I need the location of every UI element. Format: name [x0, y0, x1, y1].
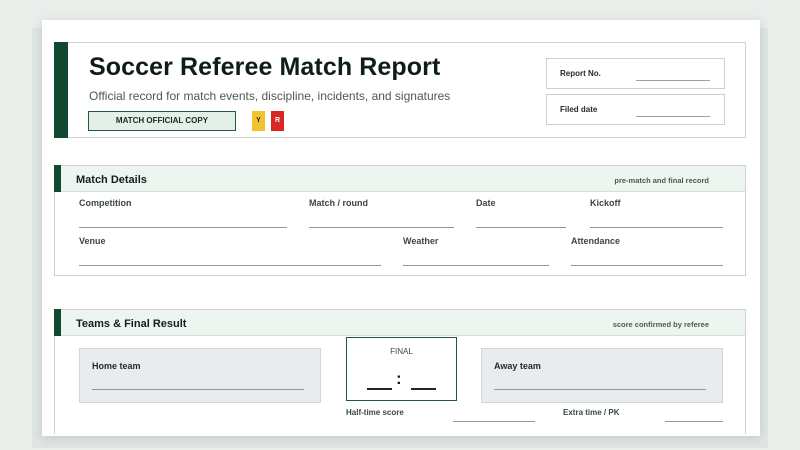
- home-team-box[interactable]: Home team: [79, 348, 321, 403]
- venue-field[interactable]: [79, 265, 381, 266]
- teams-result-header: Teams & Final Result score confirmed by …: [55, 310, 745, 336]
- header-accent-bar: [54, 42, 68, 138]
- report-no-field[interactable]: Report No.: [546, 58, 725, 89]
- home-team-field[interactable]: [92, 389, 304, 390]
- competition-field[interactable]: [79, 227, 287, 228]
- report-header: Soccer Referee Match Report Official rec…: [54, 42, 746, 138]
- report-no-line[interactable]: [636, 80, 710, 81]
- away-team-label: Away team: [494, 361, 541, 371]
- extratime-field[interactable]: [665, 421, 723, 422]
- report-subtitle: Official record for match events, discip…: [89, 89, 451, 103]
- filed-date-field[interactable]: Filed date: [546, 94, 725, 125]
- final-score-box: FINAL :: [346, 337, 457, 401]
- report-title: Soccer Referee Match Report: [89, 53, 441, 81]
- final-label: FINAL: [390, 347, 413, 356]
- report-no-label: Report No.: [560, 69, 601, 78]
- match-details-section: Match Details pre-match and final record…: [54, 165, 746, 276]
- section-note: pre-match and final record: [614, 176, 709, 185]
- section-title: Match Details: [76, 174, 147, 186]
- away-team-box[interactable]: Away team: [481, 348, 723, 403]
- yellow-card-icon: Y: [252, 111, 265, 131]
- halftime-field[interactable]: [453, 421, 535, 422]
- competition-label: Competition: [79, 198, 132, 208]
- attendance-field[interactable]: [571, 265, 723, 266]
- date-label: Date: [476, 198, 496, 208]
- section-accent-bar: [54, 309, 61, 336]
- filed-date-line[interactable]: [636, 116, 710, 117]
- date-field[interactable]: [476, 227, 566, 228]
- section-accent-bar: [54, 165, 61, 192]
- weather-field[interactable]: [403, 265, 549, 266]
- attendance-label: Attendance: [571, 236, 621, 246]
- away-team-field[interactable]: [494, 389, 706, 390]
- kickoff-label: Kickoff: [590, 198, 621, 208]
- home-team-label: Home team: [92, 361, 141, 371]
- away-score-field[interactable]: [411, 388, 436, 390]
- teams-result-section: Teams & Final Result score confirmed by …: [54, 309, 746, 434]
- match-round-label: Match / round: [309, 198, 368, 208]
- official-copy-badge: MATCH OFFICIAL COPY: [88, 111, 236, 131]
- match-details-header: Match Details pre-match and final record: [55, 166, 745, 192]
- filed-date-label: Filed date: [560, 105, 598, 114]
- match-round-field[interactable]: [309, 227, 454, 228]
- weather-label: Weather: [403, 236, 439, 246]
- venue-label: Venue: [79, 236, 106, 246]
- section-note: score confirmed by referee: [612, 320, 709, 329]
- kickoff-field[interactable]: [590, 227, 723, 228]
- halftime-label: Half-time score: [346, 408, 404, 417]
- home-score-field[interactable]: [367, 388, 392, 390]
- extratime-label: Extra time / PK: [563, 408, 620, 417]
- score-separator: :: [396, 369, 402, 388]
- red-card-icon: R: [271, 111, 284, 131]
- section-title: Teams & Final Result: [76, 318, 187, 330]
